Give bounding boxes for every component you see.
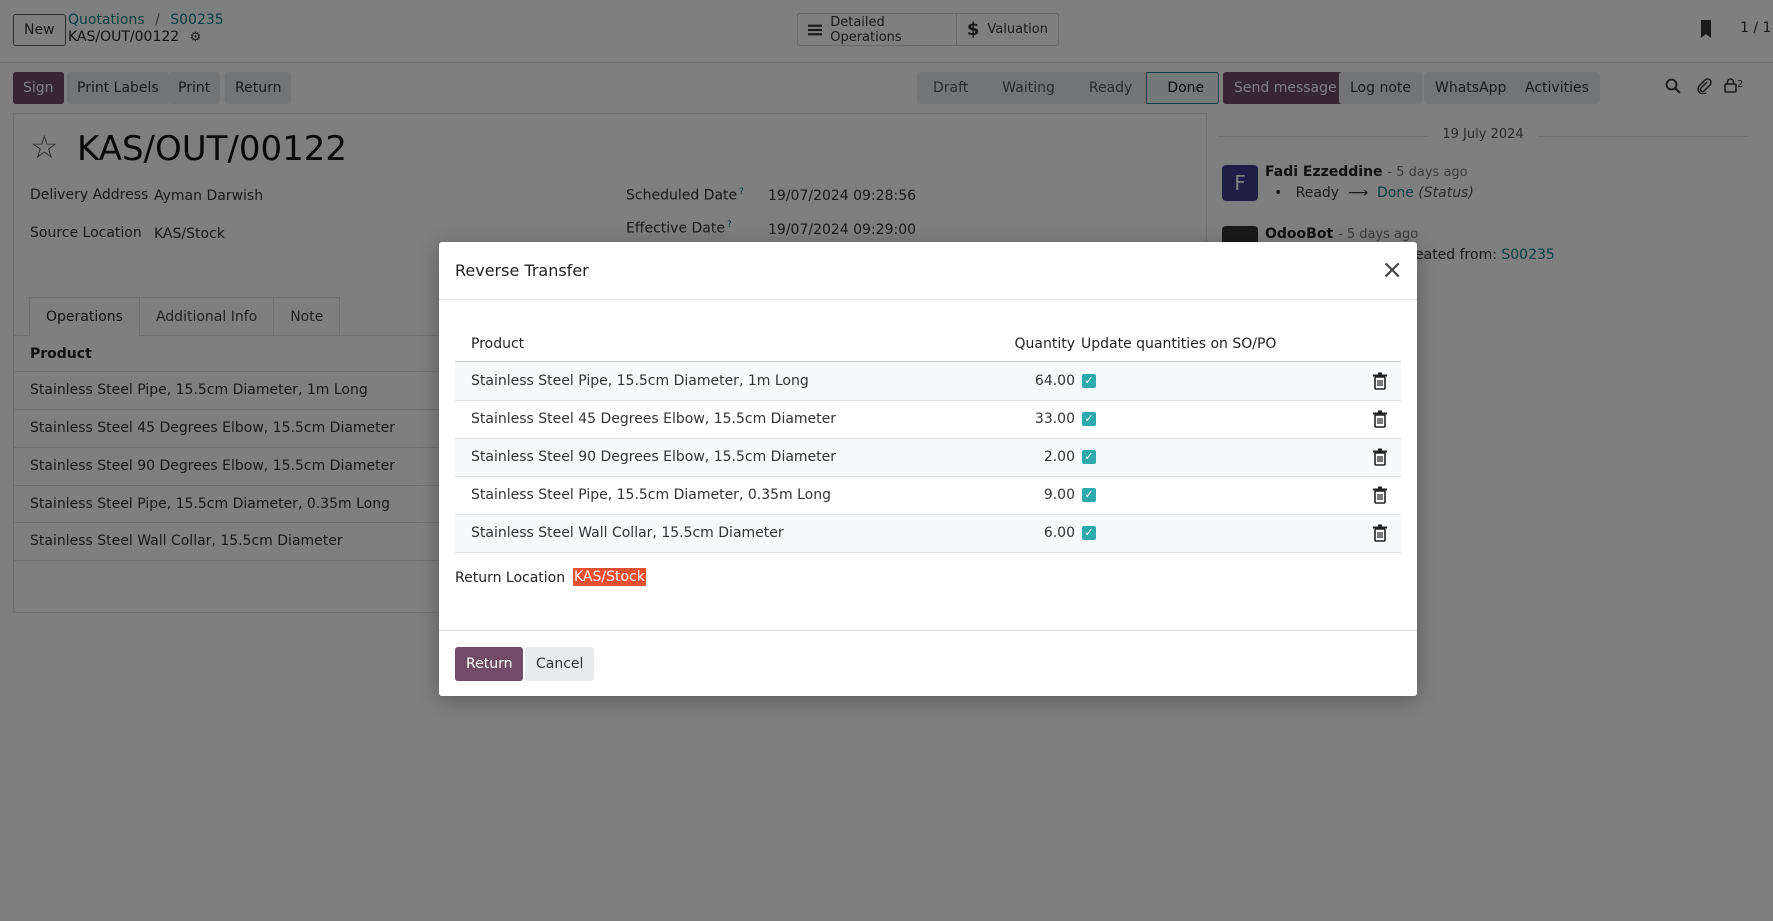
- product-cell: Stainless Steel Wall Collar, 15.5cm Diam…: [471, 525, 784, 541]
- table-header: Product Quantity Update quantities on SO…: [455, 332, 1401, 362]
- product-cell: Stainless Steel Pipe, 15.5cm Diameter, 1…: [471, 373, 809, 389]
- table-row[interactable]: Stainless Steel Wall Collar, 15.5cm Diam…: [455, 515, 1401, 553]
- quantity-cell[interactable]: 64.00: [1035, 373, 1075, 389]
- product-cell: Stainless Steel Pipe, 15.5cm Diameter, 0…: [471, 487, 831, 503]
- close-icon[interactable]: ×: [1381, 257, 1403, 283]
- dialog-footer: Return Cancel: [439, 630, 1417, 696]
- table-row[interactable]: Stainless Steel 45 Degrees Elbow, 15.5cm…: [455, 401, 1401, 439]
- trash-icon[interactable]: [1373, 372, 1387, 390]
- update-checkbox[interactable]: ✓: [1082, 374, 1096, 388]
- trash-icon[interactable]: [1373, 448, 1387, 466]
- product-cell: Stainless Steel 45 Degrees Elbow, 15.5cm…: [471, 411, 837, 427]
- cancel-button[interactable]: Cancel: [525, 647, 595, 681]
- trash-icon[interactable]: [1373, 524, 1387, 542]
- reverse-transfer-dialog: Reverse Transfer × Product Quantity Upda…: [439, 242, 1417, 696]
- table-row[interactable]: Stainless Steel Pipe, 15.5cm Diameter, 1…: [455, 363, 1401, 401]
- return-location-label: Return Location: [455, 570, 566, 586]
- quantity-column-header[interactable]: Quantity: [1015, 336, 1076, 352]
- update-checkbox[interactable]: ✓: [1082, 412, 1096, 426]
- dialog-title: Reverse Transfer: [455, 261, 589, 280]
- trash-icon[interactable]: [1373, 410, 1387, 428]
- update-checkbox[interactable]: ✓: [1082, 450, 1096, 464]
- quantity-cell[interactable]: 6.00: [1044, 525, 1075, 541]
- table-row[interactable]: Stainless Steel 90 Degrees Elbow, 15.5cm…: [455, 439, 1401, 477]
- update-checkbox[interactable]: ✓: [1082, 526, 1096, 540]
- quantity-cell[interactable]: 33.00: [1035, 411, 1075, 427]
- quantity-cell[interactable]: 9.00: [1044, 487, 1075, 503]
- update-column-header[interactable]: Update quantities on SO/PO: [1081, 336, 1276, 352]
- update-checkbox[interactable]: ✓: [1082, 488, 1096, 502]
- product-column-header[interactable]: Product: [471, 336, 524, 352]
- return-location-field[interactable]: KAS/Stock: [573, 568, 646, 586]
- dialog-header: Reverse Transfer ×: [439, 242, 1417, 300]
- quantity-cell[interactable]: 2.00: [1044, 449, 1075, 465]
- table-row[interactable]: Stainless Steel Pipe, 15.5cm Diameter, 0…: [455, 477, 1401, 515]
- return-confirm-button[interactable]: Return: [455, 647, 524, 681]
- trash-icon[interactable]: [1373, 486, 1387, 504]
- product-cell: Stainless Steel 90 Degrees Elbow, 15.5cm…: [471, 449, 837, 465]
